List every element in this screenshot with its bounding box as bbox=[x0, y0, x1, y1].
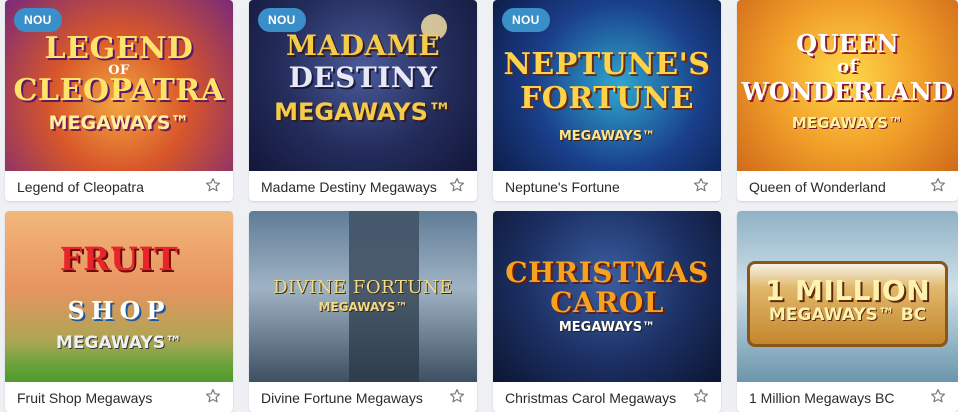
game-name[interactable]: 1 Million Megaways BC bbox=[749, 390, 895, 406]
card-footer: Christmas Carol Megaways bbox=[493, 382, 721, 412]
game-name[interactable]: Madame Destiny Megaways bbox=[261, 179, 437, 195]
game-thumbnail[interactable]: QUEEN of WONDERLAND MEGAWAYS™ bbox=[737, 0, 958, 171]
game-name[interactable]: Legend of Cleopatra bbox=[17, 179, 144, 195]
art-title-line: MADAME bbox=[285, 29, 441, 62]
star-outline-icon[interactable] bbox=[449, 388, 465, 404]
art-title-line: NEPTUNE'S bbox=[503, 47, 711, 82]
game-thumbnail[interactable]: LEGEND OF CLEOPATRA MEGAWAYS™ NOU bbox=[5, 0, 233, 171]
game-thumbnail[interactable]: MADAME DESTINY MEGAWAYS™ NOU bbox=[249, 0, 477, 171]
art-title-line: CHRISTMAS bbox=[505, 256, 709, 289]
game-card-fruit-shop-megaways[interactable]: FRUIT SHOP MEGAWAYS™ Fruit Shop Megaways bbox=[5, 211, 233, 412]
game-grid: LEGEND OF CLEOPATRA MEGAWAYS™ NOU Legend… bbox=[0, 0, 958, 412]
game-card-legend-of-cleopatra[interactable]: LEGEND OF CLEOPATRA MEGAWAYS™ NOU Legend… bbox=[5, 0, 233, 201]
art-subtitle: MEGAWAYS™ bbox=[274, 98, 452, 126]
card-footer: 1 Million Megaways BC bbox=[737, 382, 958, 412]
game-name[interactable]: Neptune's Fortune bbox=[505, 179, 620, 195]
new-badge: NOU bbox=[258, 8, 306, 32]
art-title-line: SHOP bbox=[67, 296, 171, 325]
game-thumbnail[interactable]: 1 MILLION MEGAWAYS™ BC bbox=[737, 211, 958, 382]
star-outline-icon[interactable] bbox=[205, 388, 221, 404]
star-outline-icon[interactable] bbox=[205, 177, 221, 193]
star-outline-icon[interactable] bbox=[930, 177, 946, 193]
star-outline-icon[interactable] bbox=[449, 177, 465, 193]
star-outline-icon[interactable] bbox=[693, 388, 709, 404]
new-badge: NOU bbox=[14, 8, 62, 32]
game-card-madame-destiny-megaways[interactable]: MADAME DESTINY MEGAWAYS™ NOU Madame Dest… bbox=[249, 0, 477, 201]
art-title-line: DESTINY bbox=[288, 61, 438, 94]
art-title-line: 1 MILLION bbox=[764, 274, 931, 307]
game-thumbnail[interactable]: DIVINE FORTUNE MEGAWAYS™ bbox=[249, 211, 477, 382]
art-subtitle: MEGAWAYS™ bbox=[791, 114, 904, 132]
card-footer: Legend of Cleopatra bbox=[5, 171, 233, 201]
game-card-christmas-carol-megaways[interactable]: CHRISTMAS CAROL MEGAWAYS™ Christmas Caro… bbox=[493, 211, 721, 412]
game-card-divine-fortune-megaways[interactable]: DIVINE FORTUNE MEGAWAYS™ Divine Fortune … bbox=[249, 211, 477, 412]
art-title-line: LEGEND bbox=[44, 31, 194, 66]
game-thumbnail[interactable]: NEPTUNE'S FORTUNE MEGAWAYS™ NOU bbox=[493, 0, 721, 171]
art-subtitle: MEGAWAYS™ bbox=[56, 333, 182, 353]
art-title-line: FORTUNE bbox=[519, 81, 695, 116]
game-thumbnail[interactable]: FRUIT SHOP MEGAWAYS™ bbox=[5, 211, 233, 382]
game-thumbnail[interactable]: CHRISTMAS CAROL MEGAWAYS™ bbox=[493, 211, 721, 382]
art-title-line: FRUIT bbox=[59, 240, 179, 278]
card-footer: Neptune's Fortune bbox=[493, 171, 721, 201]
art-subtitle: MEGAWAYS™ bbox=[558, 129, 656, 144]
game-card-1-million-megaways-bc[interactable]: 1 MILLION MEGAWAYS™ BC 1 Million Megaway… bbox=[737, 211, 958, 412]
game-name[interactable]: Christmas Carol Megaways bbox=[505, 390, 676, 406]
new-badge: NOU bbox=[502, 8, 550, 32]
art-subtitle: MEGAWAYS™ bbox=[318, 300, 408, 314]
art-subtitle: MEGAWAYS™ bbox=[48, 112, 190, 134]
card-footer: Divine Fortune Megaways bbox=[249, 382, 477, 412]
game-name[interactable]: Queen of Wonderland bbox=[749, 179, 886, 195]
art-subtitle: MEGAWAYS™ bbox=[558, 320, 656, 335]
game-card-neptunes-fortune[interactable]: NEPTUNE'S FORTUNE MEGAWAYS™ NOU Neptune'… bbox=[493, 0, 721, 201]
art-title-line: DIVINE FORTUNE bbox=[273, 277, 453, 298]
game-name[interactable]: Divine Fortune Megaways bbox=[261, 390, 423, 406]
star-outline-icon[interactable] bbox=[693, 177, 709, 193]
star-outline-icon[interactable] bbox=[930, 388, 946, 404]
art-title-line: WONDERLAND bbox=[741, 77, 954, 106]
card-footer: Queen of Wonderland bbox=[737, 171, 958, 201]
card-footer: Madame Destiny Megaways bbox=[249, 171, 477, 201]
game-card-queen-of-wonderland[interactable]: QUEEN of WONDERLAND MEGAWAYS™ Queen of W… bbox=[737, 0, 958, 201]
game-name[interactable]: Fruit Shop Megaways bbox=[17, 390, 152, 406]
art-title-line: of bbox=[837, 56, 858, 77]
art-title-line: CLEOPATRA bbox=[13, 73, 225, 108]
art-subtitle: MEGAWAYS™ BC bbox=[768, 305, 927, 325]
art-title-line: CAROL bbox=[550, 286, 664, 319]
art-title-line: QUEEN bbox=[796, 29, 899, 58]
card-footer: Fruit Shop Megaways bbox=[5, 382, 233, 412]
